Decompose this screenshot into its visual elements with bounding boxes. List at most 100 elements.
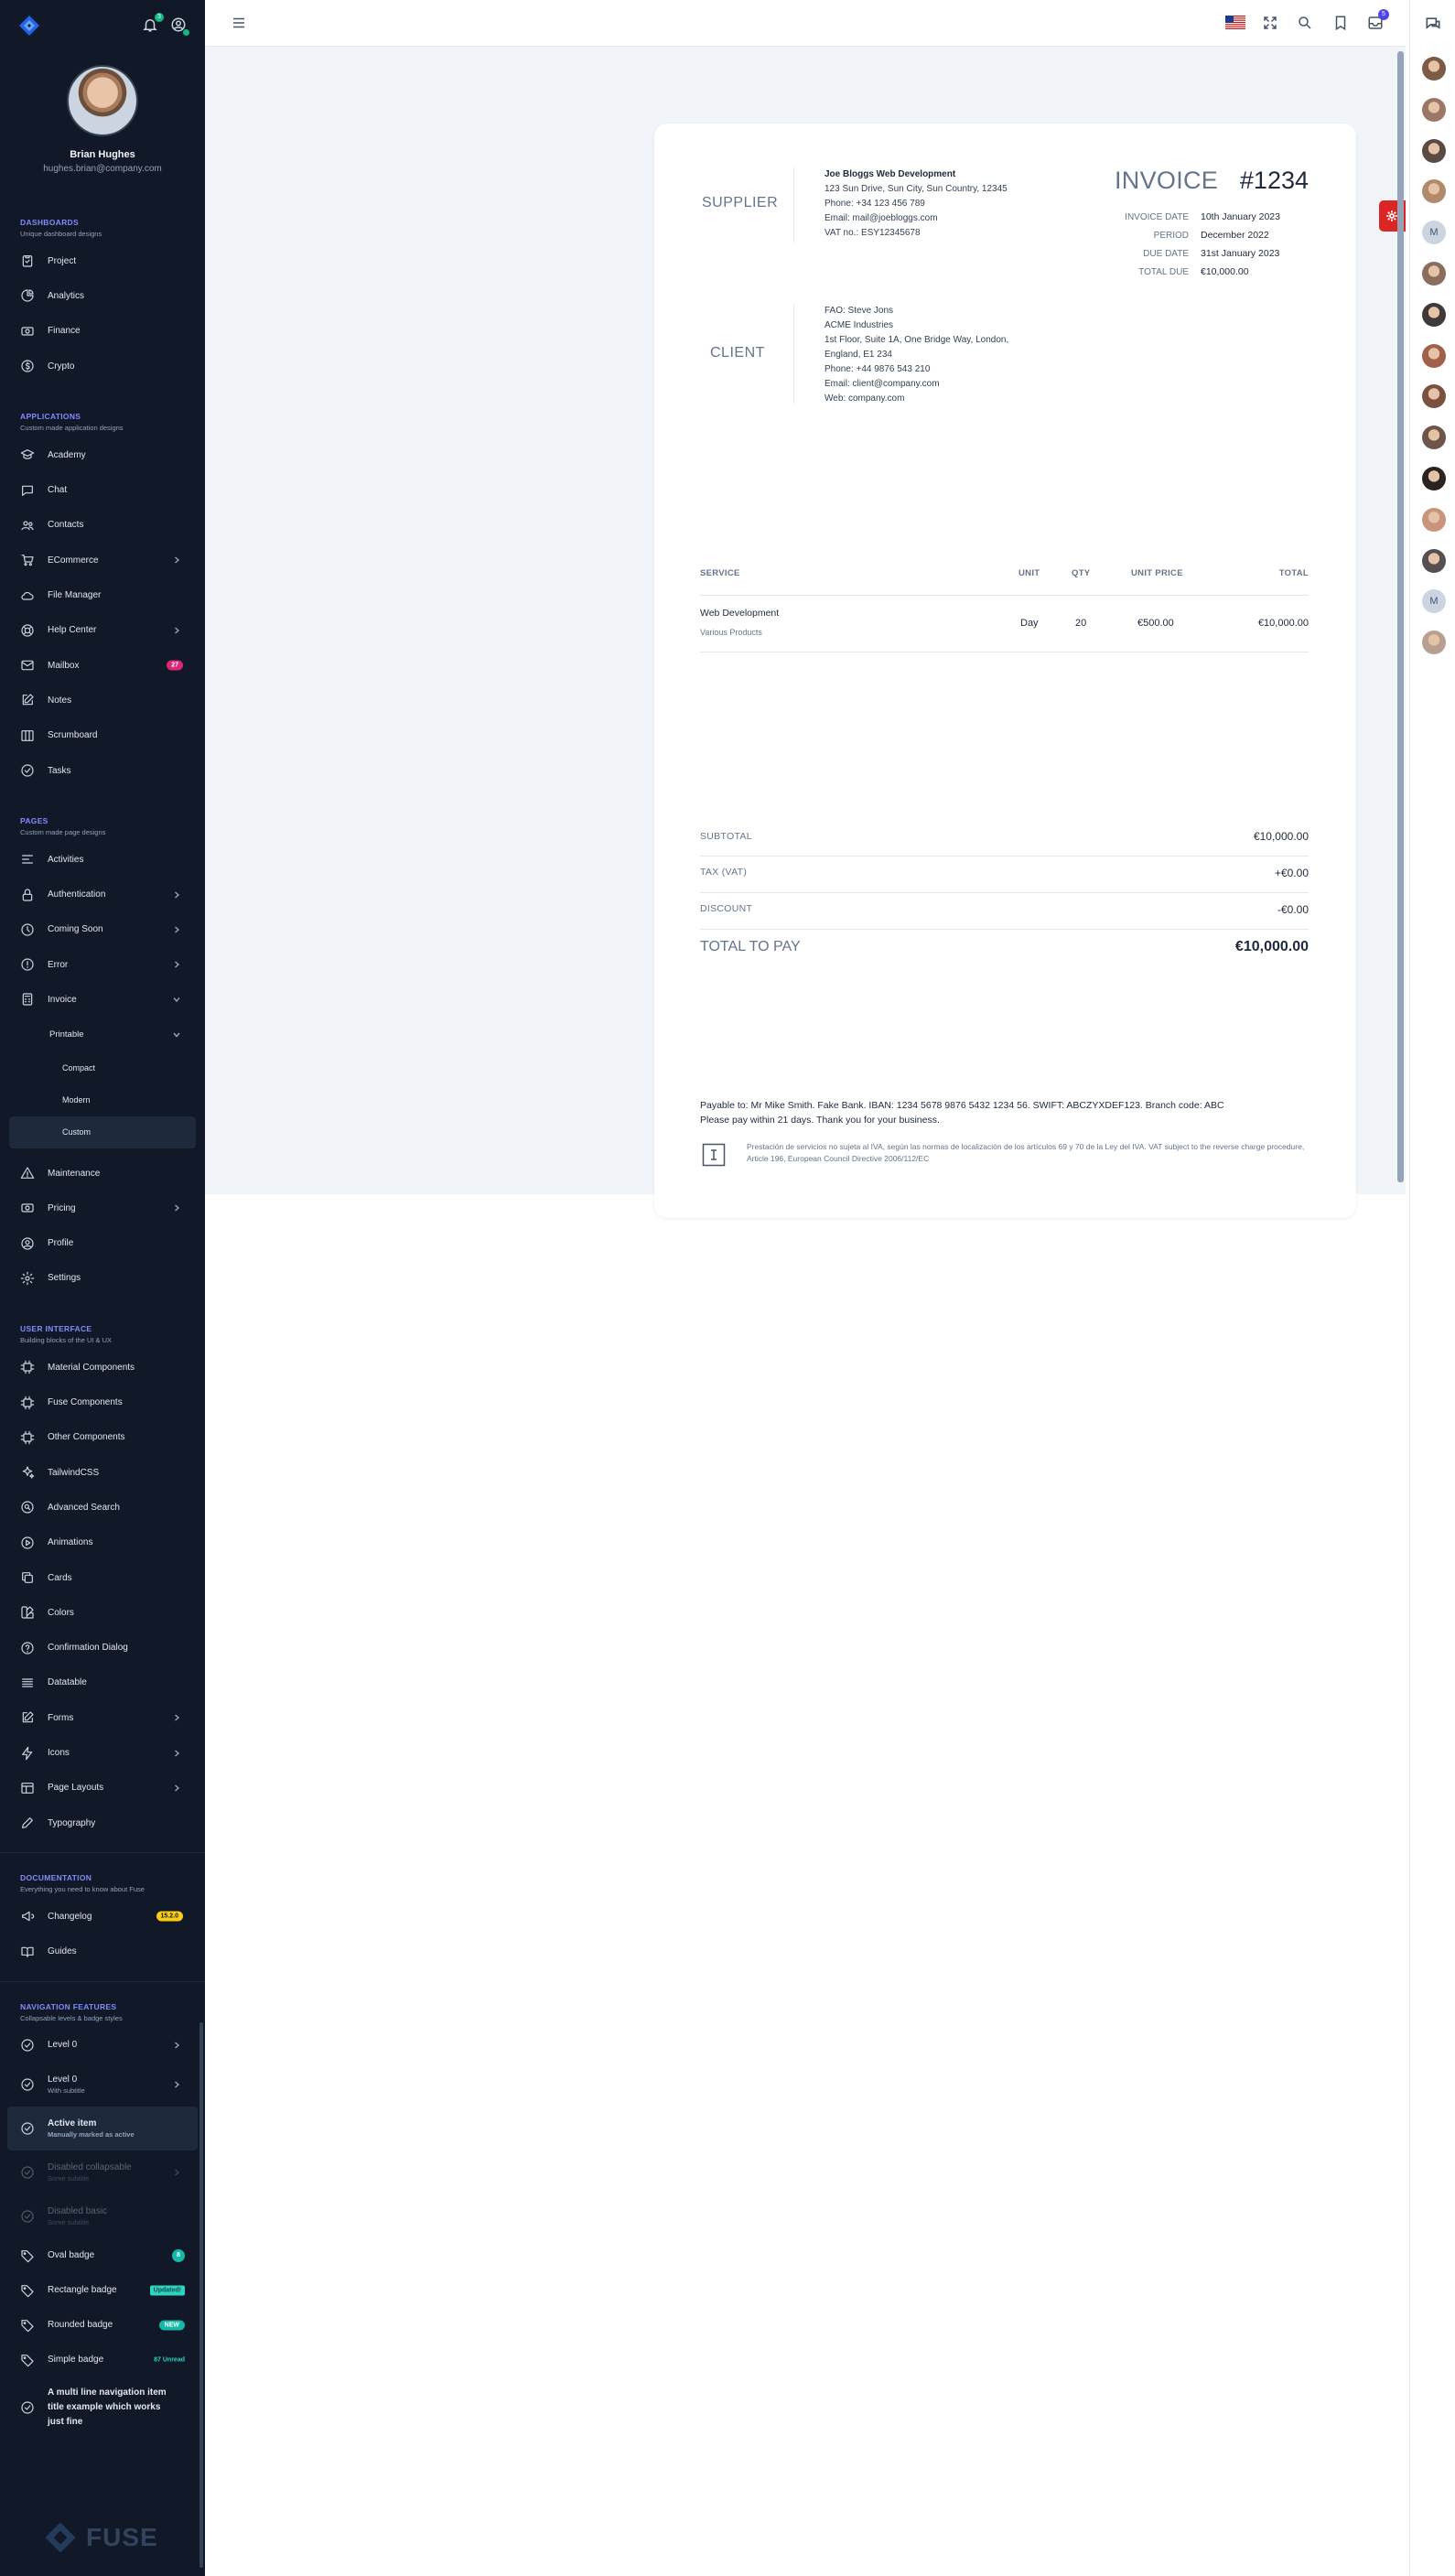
- nav-item-activities[interactable]: Activities: [0, 842, 205, 877]
- nav-item-page-layouts[interactable]: Page Layouts: [0, 1771, 205, 1805]
- nav-item-error[interactable]: Error: [0, 947, 205, 982]
- nav-feature-level-0[interactable]: Level 0: [0, 2028, 205, 2063]
- nav-item-authentication[interactable]: Authentication: [0, 877, 205, 911]
- contact-avatar[interactable]: [1422, 262, 1446, 286]
- nav-item-contacts[interactable]: Contacts: [0, 508, 205, 543]
- cash-icon: [20, 324, 35, 339]
- nav-feature-simple-badge[interactable]: Simple badge 87 Unread: [0, 2343, 205, 2377]
- contact-avatar[interactable]: [1422, 426, 1446, 450]
- nav-item-analytics[interactable]: Analytics: [0, 278, 205, 313]
- search-icon[interactable]: [1297, 15, 1313, 31]
- contact-avatar[interactable]: [1422, 57, 1446, 81]
- nav-item-animations[interactable]: Animations: [0, 1525, 205, 1560]
- nav-item-invoice[interactable]: Invoice: [0, 982, 205, 1017]
- section-title-ui: USER INTERFACE: [20, 1324, 92, 1334]
- support-icon: [20, 623, 35, 638]
- sidebar-scrollbar[interactable]: [199, 2022, 203, 2568]
- nav-item-settings[interactable]: Settings: [0, 1261, 205, 1296]
- nav-item-academy[interactable]: Academy: [0, 437, 205, 472]
- invoice-number: #1234: [1239, 167, 1309, 194]
- nav-item-coming-soon[interactable]: Coming Soon: [0, 912, 205, 947]
- nav-item-project[interactable]: Project: [0, 243, 205, 278]
- divider: [793, 305, 794, 404]
- nav-item-colors[interactable]: Colors: [0, 1595, 205, 1630]
- nav-item-typography[interactable]: Typography: [0, 1805, 205, 1840]
- contact-avatar[interactable]: M: [1422, 221, 1446, 245]
- nav-item-scrumboard[interactable]: Scrumboard: [0, 718, 205, 753]
- column-header-unit: UNIT: [1018, 568, 1040, 578]
- nav-feature-rounded-badge[interactable]: Rounded badge NEW: [0, 2308, 205, 2343]
- contact-avatar[interactable]: [1422, 343, 1446, 368]
- section-title-documentation: DOCUMENTATION: [20, 1873, 92, 1883]
- nav-item-chat[interactable]: Chat: [0, 472, 205, 507]
- nav-item-compact[interactable]: Compact: [0, 1052, 205, 1084]
- nav-item-material-components[interactable]: Material Components: [0, 1350, 205, 1385]
- nav-item-finance[interactable]: Finance: [0, 314, 205, 349]
- nav-item-maintenance[interactable]: Maintenance: [0, 1156, 205, 1191]
- nav-item-file-manager[interactable]: File Manager: [0, 577, 205, 612]
- nav-item-other-components[interactable]: Other Components: [0, 1420, 205, 1455]
- nav-feature-level-0[interactable]: Level 0 With subtitle: [0, 2063, 205, 2107]
- nav-feature-oval-badge[interactable]: Oval badge 8: [0, 2238, 205, 2273]
- user-avatar[interactable]: [67, 65, 138, 136]
- nav-item-help-center[interactable]: Help Center: [0, 613, 205, 648]
- nav-item-fuse-components[interactable]: Fuse Components: [0, 1385, 205, 1419]
- contact-avatar[interactable]: [1422, 384, 1446, 409]
- nav-item-guides[interactable]: Guides: [0, 1935, 205, 1969]
- contact-avatar[interactable]: [1422, 631, 1446, 655]
- contact-avatar[interactable]: [1422, 97, 1446, 122]
- contact-avatar[interactable]: M: [1422, 589, 1446, 614]
- notifications-bell-icon[interactable]: 3: [142, 13, 164, 35]
- nav-item-label: Advanced Search: [48, 1502, 120, 1513]
- messages-inbox-icon[interactable]: 5: [1367, 9, 1389, 31]
- nav-feature-rectangle-badge[interactable]: Rectangle badge Updated!: [0, 2273, 205, 2308]
- client-line: England, E1 234: [824, 350, 892, 360]
- nav-item-profile[interactable]: Profile: [0, 1226, 205, 1261]
- nav-item-advanced-search[interactable]: Advanced Search: [0, 1490, 205, 1525]
- nav-item-forms[interactable]: Forms: [0, 1700, 205, 1735]
- nav-item-label: Tasks: [48, 765, 71, 776]
- nav-badge: 8: [172, 2248, 185, 2262]
- fuse-logo-icon[interactable]: [18, 15, 40, 37]
- nav-item-confirmation-dialog[interactable]: Confirmation Dialog: [0, 1631, 205, 1665]
- sparkles-icon: [20, 1465, 35, 1480]
- nav-item-crypto[interactable]: Crypto: [0, 349, 205, 383]
- tag-icon: [20, 2283, 35, 2298]
- user-profile: Brian Hughes hughes.brian@company.com: [0, 51, 205, 188]
- nav-item-printable[interactable]: Printable: [0, 1018, 205, 1052]
- bookmark-icon[interactable]: [1332, 15, 1349, 31]
- total-label: TOTAL TO PAY: [700, 939, 801, 954]
- meta-key: INVOICE DATE: [1125, 211, 1189, 222]
- invoice-meta-row: DUE DATE 31st January 2023: [1051, 244, 1317, 263]
- contact-avatar[interactable]: [1422, 138, 1446, 163]
- nav-item-label: Contacts: [48, 520, 84, 531]
- nav-item-ecommerce[interactable]: ECommerce: [0, 543, 205, 577]
- user-status-icon[interactable]: [170, 16, 189, 36]
- check-circle-icon: [20, 763, 35, 778]
- chevron-right-icon: [172, 960, 181, 969]
- nav-item-datatable[interactable]: Datatable: [0, 1665, 205, 1700]
- nav-feature-active-item[interactable]: Active item Manually marked as active: [7, 2106, 198, 2150]
- nav-item-modern[interactable]: Modern: [0, 1084, 205, 1116]
- contact-avatar[interactable]: [1422, 179, 1446, 204]
- nav-item-tasks[interactable]: Tasks: [0, 753, 205, 788]
- nav-item-cards[interactable]: Cards: [0, 1560, 205, 1595]
- fullscreen-icon[interactable]: [1262, 15, 1278, 31]
- nav-item-pricing[interactable]: Pricing: [0, 1191, 205, 1225]
- chat-icon[interactable]: [1424, 15, 1442, 33]
- contact-avatar[interactable]: [1422, 467, 1446, 490]
- contact-avatar[interactable]: [1422, 507, 1446, 532]
- nav-item-icons[interactable]: Icons: [0, 1735, 205, 1770]
- menu-toggle-icon[interactable]: [231, 15, 247, 31]
- nav-item-tailwindcss[interactable]: TailwindCSS: [0, 1455, 205, 1490]
- contact-avatar[interactable]: [1422, 302, 1446, 327]
- us-flag-icon[interactable]: [1225, 16, 1245, 29]
- nav-item-custom[interactable]: Custom: [9, 1116, 196, 1148]
- nav-item-changelog[interactable]: Changelog 15.2.0: [0, 1899, 205, 1934]
- nav-item-mailbox[interactable]: Mailbox 27: [0, 648, 205, 683]
- nav-item-notes[interactable]: Notes: [0, 683, 205, 717]
- nav-feature-a-multi-line-navigation-item-t[interactable]: A multi line navigation item title examp…: [0, 2377, 205, 2438]
- contact-avatar[interactable]: [1422, 548, 1446, 573]
- main-scrollbar[interactable]: [1397, 51, 1404, 1182]
- supplier-label: SUPPLIER: [702, 195, 779, 210]
